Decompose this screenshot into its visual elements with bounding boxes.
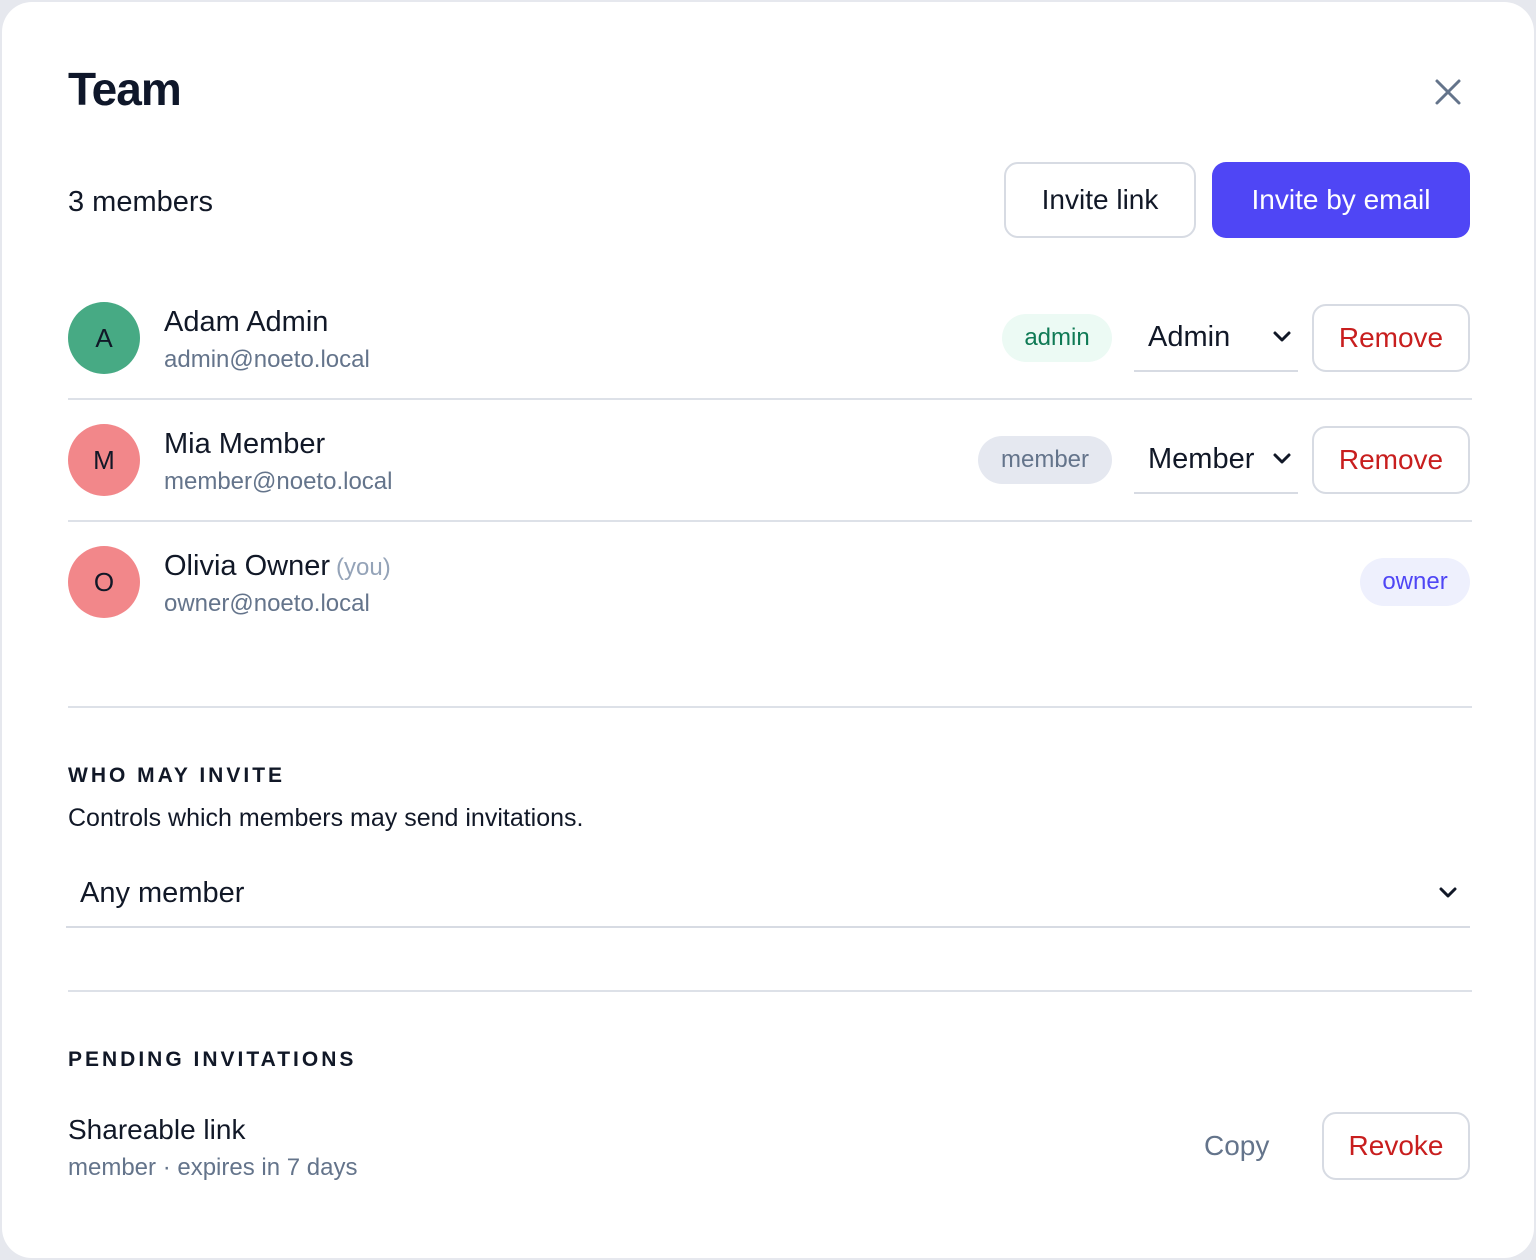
who-may-invite-select[interactable]: Any member [66, 860, 1470, 928]
avatar: M [68, 424, 140, 496]
copy-button[interactable]: Copy [1204, 1130, 1269, 1162]
member-name: Mia Member [164, 428, 326, 460]
role-badge: admin [1002, 314, 1112, 362]
member-email: member@noeto.local [164, 468, 393, 495]
role-select-value: Admin [1148, 320, 1231, 353]
role-select[interactable]: Admin [1134, 304, 1298, 372]
member-row: M Mia Member member@noeto.local member M… [68, 402, 1472, 524]
pending-invitations-heading: PENDING INVITATIONS [68, 1048, 357, 1071]
team-modal: Team 3 members Invite link Invite by ema… [2, 2, 1534, 1258]
who-may-invite-select-value: Any member [80, 876, 245, 909]
invite-link-button[interactable]: Invite link [1004, 162, 1196, 238]
who-may-invite-heading: WHO MAY INVITE [68, 764, 286, 787]
invite-by-email-button[interactable]: Invite by email [1212, 162, 1470, 238]
role-badge: member [978, 436, 1112, 484]
chevron-down-icon [1439, 887, 1457, 898]
role-select[interactable]: Member [1134, 426, 1298, 494]
member-name-text: Olivia Owner [164, 550, 330, 582]
avatar: A [68, 302, 140, 374]
member-email: admin@noeto.local [164, 346, 370, 373]
member-row: O Olivia Owner (you) owner@noeto.local ow… [68, 524, 1472, 646]
member-email: owner@noeto.local [164, 590, 370, 617]
section-divider [68, 706, 1472, 708]
modal-title: Team [68, 63, 182, 115]
role-select-value: Member [1148, 442, 1255, 475]
remove-button[interactable]: Remove [1312, 426, 1470, 494]
close-icon [1435, 79, 1461, 105]
role-badge: owner [1360, 558, 1470, 606]
member-count: 3 members [68, 186, 214, 218]
member-name: Olivia Owner (you) [164, 550, 391, 583]
remove-button[interactable]: Remove [1312, 304, 1470, 372]
chevron-down-icon [1273, 453, 1291, 464]
chevron-down-icon [1273, 331, 1291, 342]
row-divider [68, 520, 1472, 522]
section-divider [68, 990, 1472, 992]
who-may-invite-description: Controls which members may send invitati… [68, 804, 584, 832]
invitation-title: Shareable link [68, 1114, 246, 1145]
close-button[interactable] [1426, 70, 1470, 114]
row-divider [68, 398, 1472, 400]
invitation-meta: member · expires in 7 days [68, 1154, 358, 1181]
member-name: Adam Admin [164, 306, 329, 338]
revoke-button[interactable]: Revoke [1322, 1112, 1470, 1180]
avatar: O [68, 546, 140, 618]
member-row: A Adam Admin admin@noeto.local admin Adm… [68, 280, 1472, 402]
you-label: (you) [336, 554, 391, 581]
